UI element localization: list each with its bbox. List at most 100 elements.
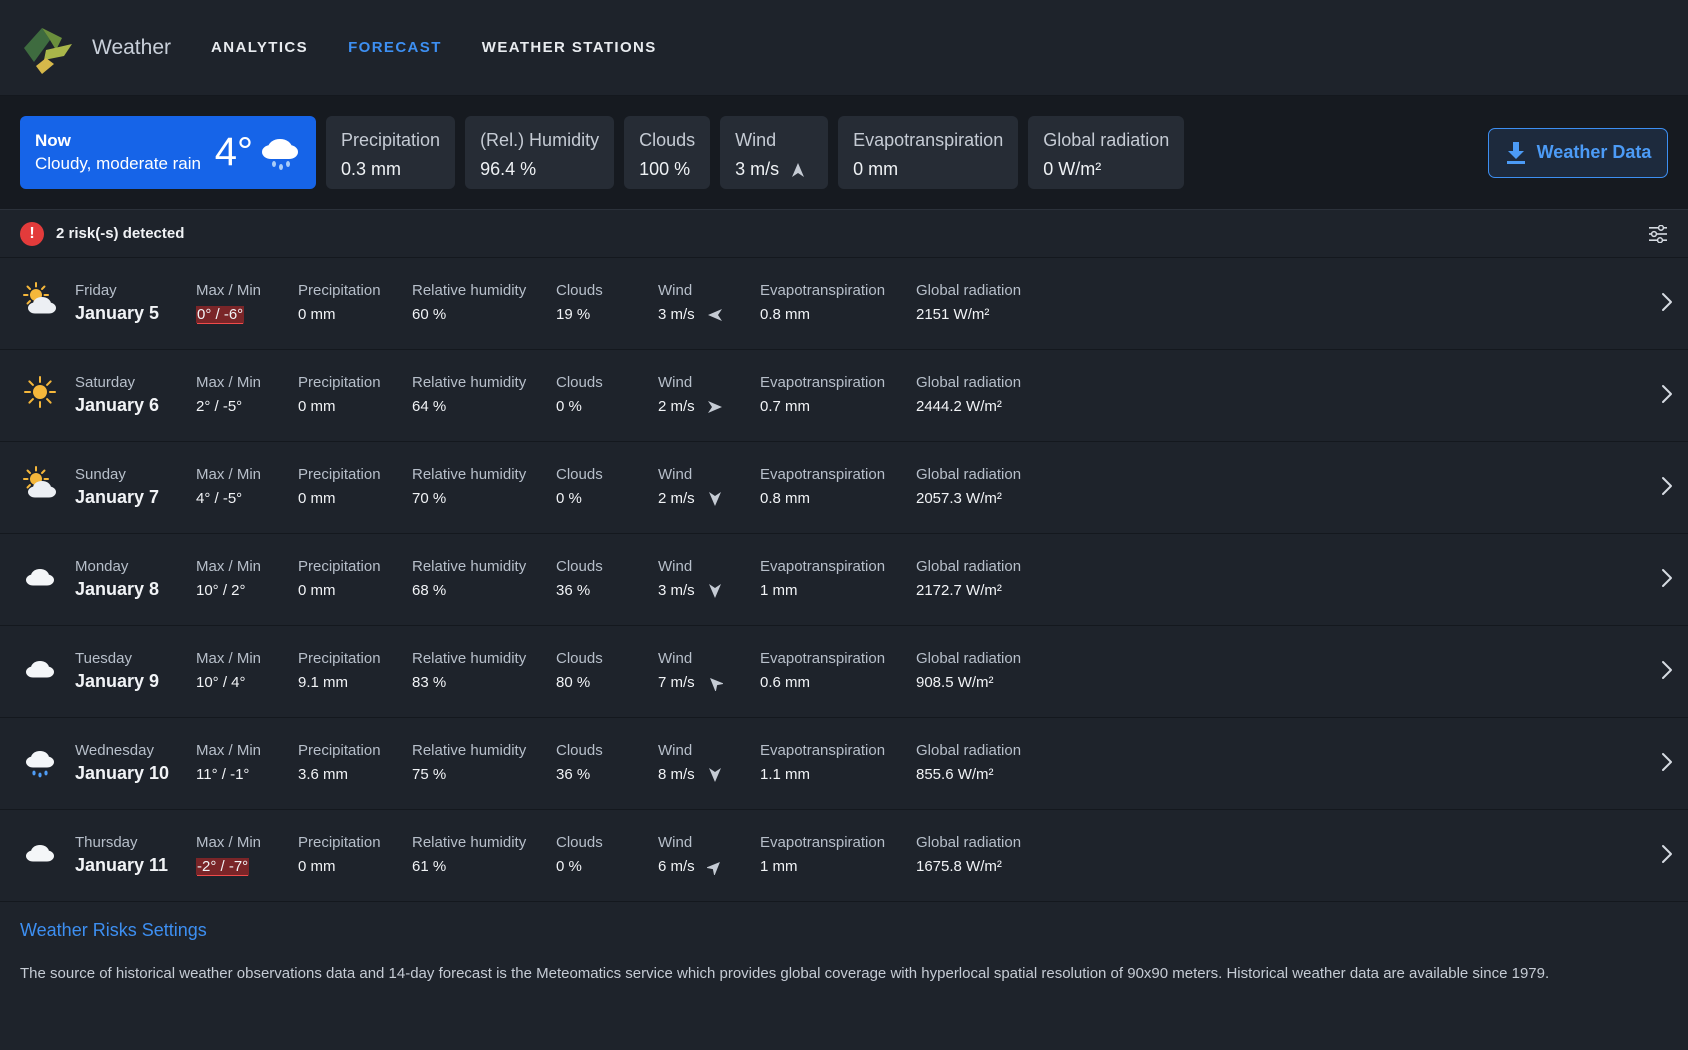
wind-cell: Wind 2 m/s xyxy=(658,466,723,507)
date: January 11 xyxy=(75,855,169,875)
weekday: Friday xyxy=(75,282,117,299)
metric-clouds: Clouds 100 % xyxy=(624,116,711,189)
maxmin-cell: Max / Min 11° / -1° xyxy=(196,742,261,783)
forecast-row[interactable]: Friday January 5 Max / Min 0° / -6° Prec… xyxy=(0,258,1688,350)
metric-wind: Wind 3 m/s xyxy=(720,116,829,189)
now-card: Now Cloudy, moderate rain 4° xyxy=(20,116,316,189)
weather-risks-settings-link[interactable]: Weather Risks Settings xyxy=(20,920,1668,941)
weekday: Sunday xyxy=(75,466,126,483)
column-label: Precipitation xyxy=(298,466,381,483)
wind-direction-icon xyxy=(708,491,721,506)
filter-settings-icon[interactable] xyxy=(1648,224,1668,243)
precipitation-value: 9.1 mm xyxy=(298,674,349,691)
column-label: Wind xyxy=(658,742,693,759)
metric-label: Global radiation xyxy=(1043,130,1170,150)
metric-label: Wind xyxy=(735,130,777,150)
tab-analytics[interactable]: ANALYTICS xyxy=(211,39,308,56)
cloud-icon xyxy=(26,845,54,862)
chevron-right-icon[interactable] xyxy=(1660,751,1674,773)
wind-value: 8 m/s xyxy=(658,766,695,783)
wind-direction-icon xyxy=(708,767,721,782)
column-label: Global radiation xyxy=(916,374,1022,391)
app-name: Weather xyxy=(92,35,171,59)
wind-arrow-icon xyxy=(792,162,805,177)
wind-cell: Wind 3 m/s xyxy=(658,558,723,599)
temperature-value: 10° / 4° xyxy=(196,674,246,691)
radiation-value: 1675.8 W/m² xyxy=(916,858,1002,875)
forecast-row[interactable]: Sunday January 7 Max / Min 4° / -5° Prec… xyxy=(0,442,1688,534)
clouds-value: 80 % xyxy=(556,674,591,691)
forecast-row[interactable]: Monday January 8 Max / Min 10° / 2° Prec… xyxy=(0,534,1688,626)
chevron-right-icon[interactable] xyxy=(1660,383,1674,405)
precipitation-cell: Precipitation 0 mm xyxy=(298,466,381,507)
forecast-row[interactable]: Tuesday January 9 Max / Min 10° / 4° Pre… xyxy=(0,626,1688,718)
radiation-value: 855.6 W/m² xyxy=(916,766,994,783)
column-label: Clouds xyxy=(556,650,603,667)
weather-data-download-button[interactable]: Weather Data xyxy=(1488,127,1668,178)
metric-evapotranspiration: Evapotranspiration 0 mm xyxy=(838,116,1019,189)
chevron-right-icon[interactable] xyxy=(1660,567,1674,589)
forecast-row[interactable]: Wednesday January 10 Max / Min 11° / -1°… xyxy=(0,718,1688,810)
radiation-value: 2172.7 W/m² xyxy=(916,582,1002,599)
maxmin-cell: Max / Min 10° / 2° xyxy=(196,558,261,599)
wind-value: 6 m/s xyxy=(658,858,695,875)
evapotranspiration-value: 1 mm xyxy=(760,582,798,599)
column-label: Evapotranspiration xyxy=(760,466,886,483)
chevron-right-icon[interactable] xyxy=(1660,291,1674,313)
chevron-right-icon[interactable] xyxy=(1660,659,1674,681)
column-label: Evapotranspiration xyxy=(760,650,886,667)
evapotranspiration-value: 1.1 mm xyxy=(760,766,811,783)
humidity-value: 83 % xyxy=(412,674,447,691)
precipitation-cell: Precipitation 0 mm xyxy=(298,558,381,599)
forecast-list: Friday January 5 Max / Min 0° / -6° Prec… xyxy=(0,258,1688,902)
humidity-cell: Relative humidity 70 % xyxy=(412,466,526,507)
column-label: Clouds xyxy=(556,466,603,483)
clouds-cell: Clouds 19 % xyxy=(556,282,603,323)
risk-summary-bar: ! 2 risk(-s) detected xyxy=(0,210,1688,258)
evapotranspiration-cell: Evapotranspiration 0.8 mm xyxy=(760,282,885,323)
column-label: Precipitation xyxy=(298,834,381,851)
chevron-right-icon[interactable] xyxy=(1660,843,1674,865)
leaf-logo[interactable] xyxy=(20,20,76,76)
forecast-row[interactable]: Thursday January 11 Max / Min -2° / -7° … xyxy=(0,810,1688,902)
date: January 6 xyxy=(75,395,160,415)
clouds-value: 0 % xyxy=(556,398,582,415)
temperature-value: 2° / -5° xyxy=(196,398,243,415)
column-label: Wind xyxy=(658,834,693,851)
wind-direction-icon xyxy=(707,400,722,413)
temperature-value: 4° / -5° xyxy=(196,490,243,507)
column-label: Relative humidity xyxy=(412,558,527,575)
column-label: Wind xyxy=(658,374,693,391)
radiation-value: 2444.2 W/m² xyxy=(916,398,1002,415)
day-cell: Saturday January 6 xyxy=(75,374,159,416)
download-button-label: Weather Data xyxy=(1536,142,1652,162)
column-label: Precipitation xyxy=(298,558,381,575)
column-label: Precipitation xyxy=(298,650,381,667)
wind-cell: Wind 2 m/s xyxy=(658,374,723,415)
wind-direction-icon xyxy=(706,861,720,875)
tab-forecast[interactable]: FORECAST xyxy=(348,39,442,56)
precipitation-cell: Precipitation 3.6 mm xyxy=(298,742,381,783)
wind-value: 3 m/s xyxy=(658,306,695,323)
column-label: Wind xyxy=(658,558,693,575)
column-label: Clouds xyxy=(556,834,603,851)
column-label: Evapotranspiration xyxy=(760,834,886,851)
sun-cloud-icon xyxy=(23,466,56,498)
wind-cell: Wind 3 m/s xyxy=(658,282,723,323)
tab-weather-stations[interactable]: WEATHER STATIONS xyxy=(482,39,657,56)
day-cell: Sunday January 7 xyxy=(75,466,159,508)
clouds-value: 36 % xyxy=(556,766,591,783)
forecast-row[interactable]: Saturday January 6 Max / Min 2° / -5° Pr… xyxy=(0,350,1688,442)
evapotranspiration-value: 0.6 mm xyxy=(760,674,811,691)
chevron-right-icon[interactable] xyxy=(1660,475,1674,497)
evapotranspiration-cell: Evapotranspiration 1.1 mm xyxy=(760,742,885,783)
maxmin-cell: Max / Min 10° / 4° xyxy=(196,650,261,691)
wind-cell: Wind 6 m/s xyxy=(658,834,723,875)
clouds-value: 0 % xyxy=(556,490,582,507)
metric-global-radiation: Global radiation 0 W/m² xyxy=(1028,116,1185,189)
metric-value: 0 mm xyxy=(853,159,899,179)
column-label: Wind xyxy=(658,282,693,299)
weekday: Thursday xyxy=(75,834,138,851)
clouds-value: 36 % xyxy=(556,582,591,599)
column-label: Relative humidity xyxy=(412,650,527,667)
